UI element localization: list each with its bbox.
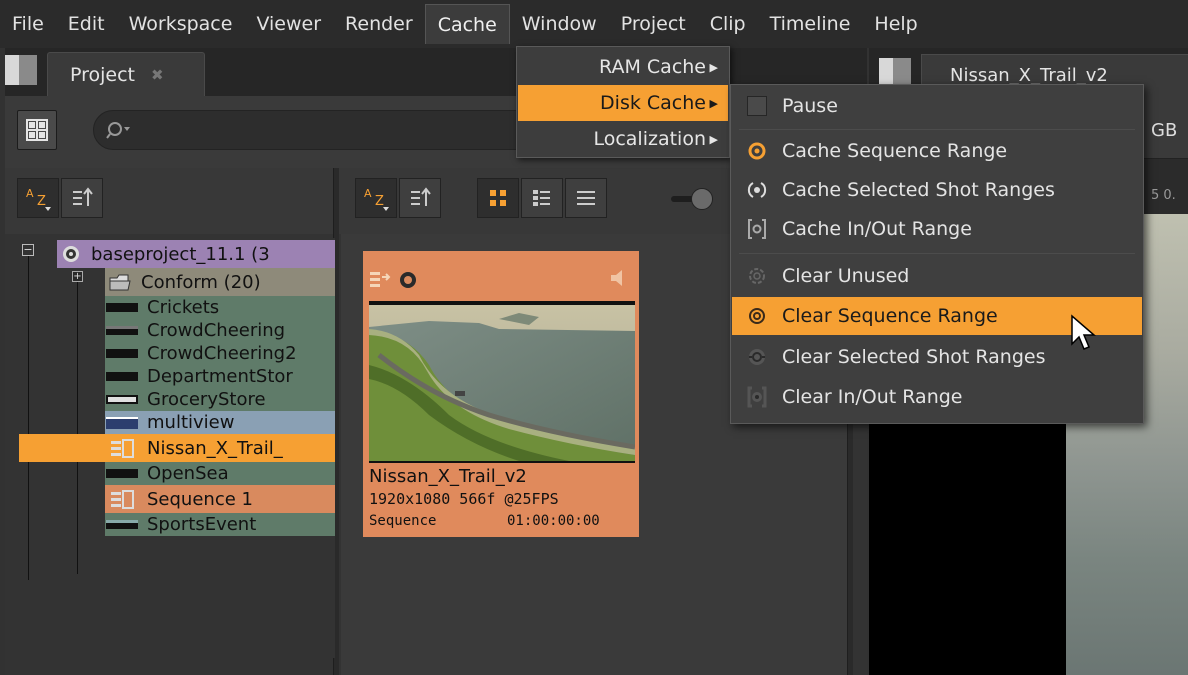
menu-help[interactable]: Help: [862, 4, 929, 44]
clip-icon: [105, 324, 139, 338]
clear-shots-icon: [732, 347, 782, 367]
tab-project[interactable]: Project ✖: [47, 52, 205, 96]
clip-icon: [105, 518, 139, 532]
menu-item-cache-selected-shot-ranges[interactable]: Cache Selected Shot Ranges: [732, 171, 1142, 209]
menu-item-disk-cache[interactable]: Disk Cache ▶: [518, 85, 728, 121]
menu-cache[interactable]: Cache: [424, 4, 510, 44]
menu-item-localization[interactable]: Localization ▶: [518, 121, 728, 157]
record-icon: [400, 272, 416, 288]
menu-item-cache-in-out-range[interactable]: Cache In/Out Range: [732, 210, 1142, 248]
clear-inout-icon: [732, 386, 782, 408]
menu-workspace[interactable]: Workspace: [117, 4, 245, 44]
cache-menu: RAM Cache ▶ Disk Cache ▶ Localization ▶: [516, 46, 730, 158]
tree-item-clip[interactable]: OpenSea: [105, 462, 335, 485]
clip-icon: [105, 301, 139, 315]
tree-item-root[interactable]: baseproject_11.1 (3: [57, 240, 335, 268]
submenu-arrow-icon: ▶: [709, 132, 718, 146]
cache-shots-icon: [732, 180, 782, 200]
sort-az-icon: A Z: [26, 187, 51, 211]
svg-text:A: A: [26, 187, 34, 200]
submenu-arrow-icon: ▶: [709, 96, 718, 110]
bin-sort-order-button[interactable]: [399, 178, 441, 218]
viewer-layer-label[interactable]: GB: [1151, 120, 1177, 141]
mouse-cursor-icon: [1071, 314, 1097, 350]
menu-window[interactable]: Window: [510, 4, 609, 44]
tree-item-sequence[interactable]: Sequence 1: [105, 485, 335, 513]
project-icon: [57, 245, 85, 263]
sort-order-icon: [411, 187, 431, 206]
list-view-button[interactable]: [565, 178, 607, 218]
clip-timecode: 01:00:00:00: [507, 513, 600, 529]
menu-item-pause[interactable]: Pause: [732, 87, 1142, 125]
multiview-icon: [105, 416, 139, 430]
tree-item-folder[interactable]: Conform (20): [105, 268, 335, 296]
bin-sort-az-button[interactable]: A Z: [355, 178, 397, 218]
svg-text:Z: Z: [37, 194, 46, 209]
tree-item-multiview[interactable]: multiview: [105, 411, 335, 434]
menu-viewer[interactable]: Viewer: [244, 4, 333, 44]
project-tree: − baseproject_11.1 (3 + Conform (20) Cri…: [19, 238, 335, 658]
svg-text:A: A: [364, 187, 372, 200]
menu-edit[interactable]: Edit: [56, 4, 117, 44]
ruler-label: 5 0.: [1151, 188, 1176, 203]
submenu-arrow-icon: ▶: [709, 60, 718, 74]
layout-grid-icon: [26, 119, 48, 141]
checkbox-icon[interactable]: [732, 96, 782, 116]
slider-handle[interactable]: [691, 188, 713, 210]
detail-view-icon: [533, 190, 550, 206]
menu-render[interactable]: Render: [333, 4, 425, 44]
sort-az-icon: A Z: [364, 187, 389, 211]
menu-clip[interactable]: Clip: [698, 4, 758, 44]
tree-item-clip[interactable]: CrowdCheering2: [105, 342, 335, 365]
clip-thumbnail-card[interactable]: Nissan_X_Trail_v2 1920x1080 566f @25FPS …: [363, 251, 639, 537]
clear-unused-icon: [732, 266, 782, 286]
disk-cache-submenu: Pause Cache Sequence Range Cache Selecte…: [730, 84, 1144, 424]
tree-item-clip[interactable]: CrowdCheering: [105, 319, 335, 342]
tab-project-label: Project: [70, 63, 136, 86]
tree-item-clip[interactable]: SportsEvent: [105, 513, 335, 536]
expand-icon[interactable]: +: [72, 271, 83, 282]
clip-icon: [105, 393, 139, 407]
clear-sequence-icon: [732, 306, 782, 326]
layout-grid-button[interactable]: [17, 110, 57, 150]
clip-thumbnail-image: [369, 305, 635, 461]
panel-grip-icon[interactable]: [5, 55, 37, 85]
sequence-icon: [105, 490, 139, 509]
search-icon: [106, 122, 130, 139]
menu-item-clear-in-out-range[interactable]: Clear In/Out Range: [732, 378, 1142, 416]
menu-file[interactable]: File: [0, 4, 56, 44]
thumbnail-view-icon: [490, 190, 506, 206]
sequence-icon: [105, 439, 139, 458]
detail-view-button[interactable]: [521, 178, 563, 218]
folder-icon: [105, 272, 135, 292]
tree-item-clip[interactable]: DepartmentStor: [105, 365, 335, 388]
tree-item-sequence-selected[interactable]: Nissan_X_Trail_: [19, 434, 335, 462]
sort-order-icon: [73, 187, 93, 206]
clip-info: 1920x1080 566f @25FPS: [369, 490, 559, 508]
clip-type: Sequence: [369, 513, 437, 529]
sort-order-button[interactable]: [61, 178, 103, 218]
clip-name: Nissan_X_Trail_v2: [369, 466, 527, 487]
menu-item-ram-cache[interactable]: RAM Cache ▶: [518, 49, 728, 85]
sequence-icon: [370, 272, 391, 287]
clip-icon: [105, 347, 139, 361]
thumbnail-view-button[interactable]: [477, 178, 519, 218]
cache-sequence-icon: [732, 141, 782, 161]
menu-timeline[interactable]: Timeline: [758, 4, 863, 44]
menu-item-cache-sequence-range[interactable]: Cache Sequence Range: [732, 132, 1142, 170]
svg-text:Z: Z: [375, 194, 384, 209]
menu-project[interactable]: Project: [609, 4, 698, 44]
list-view-icon: [577, 191, 595, 205]
clip-icon: [105, 370, 139, 384]
close-icon[interactable]: ✖: [151, 66, 164, 84]
tree-item-clip[interactable]: GroceryStore: [105, 388, 335, 411]
tree-item-clip[interactable]: Crickets: [105, 296, 335, 319]
cache-inout-icon: [732, 218, 782, 240]
sort-az-button[interactable]: A Z: [17, 178, 59, 218]
clip-icon: [105, 467, 139, 481]
menu-bar: File Edit Workspace Viewer Render Cache …: [0, 0, 1188, 48]
speaker-icon: [611, 270, 622, 286]
collapse-icon[interactable]: −: [22, 244, 34, 256]
menu-item-clear-unused[interactable]: Clear Unused: [732, 257, 1142, 295]
